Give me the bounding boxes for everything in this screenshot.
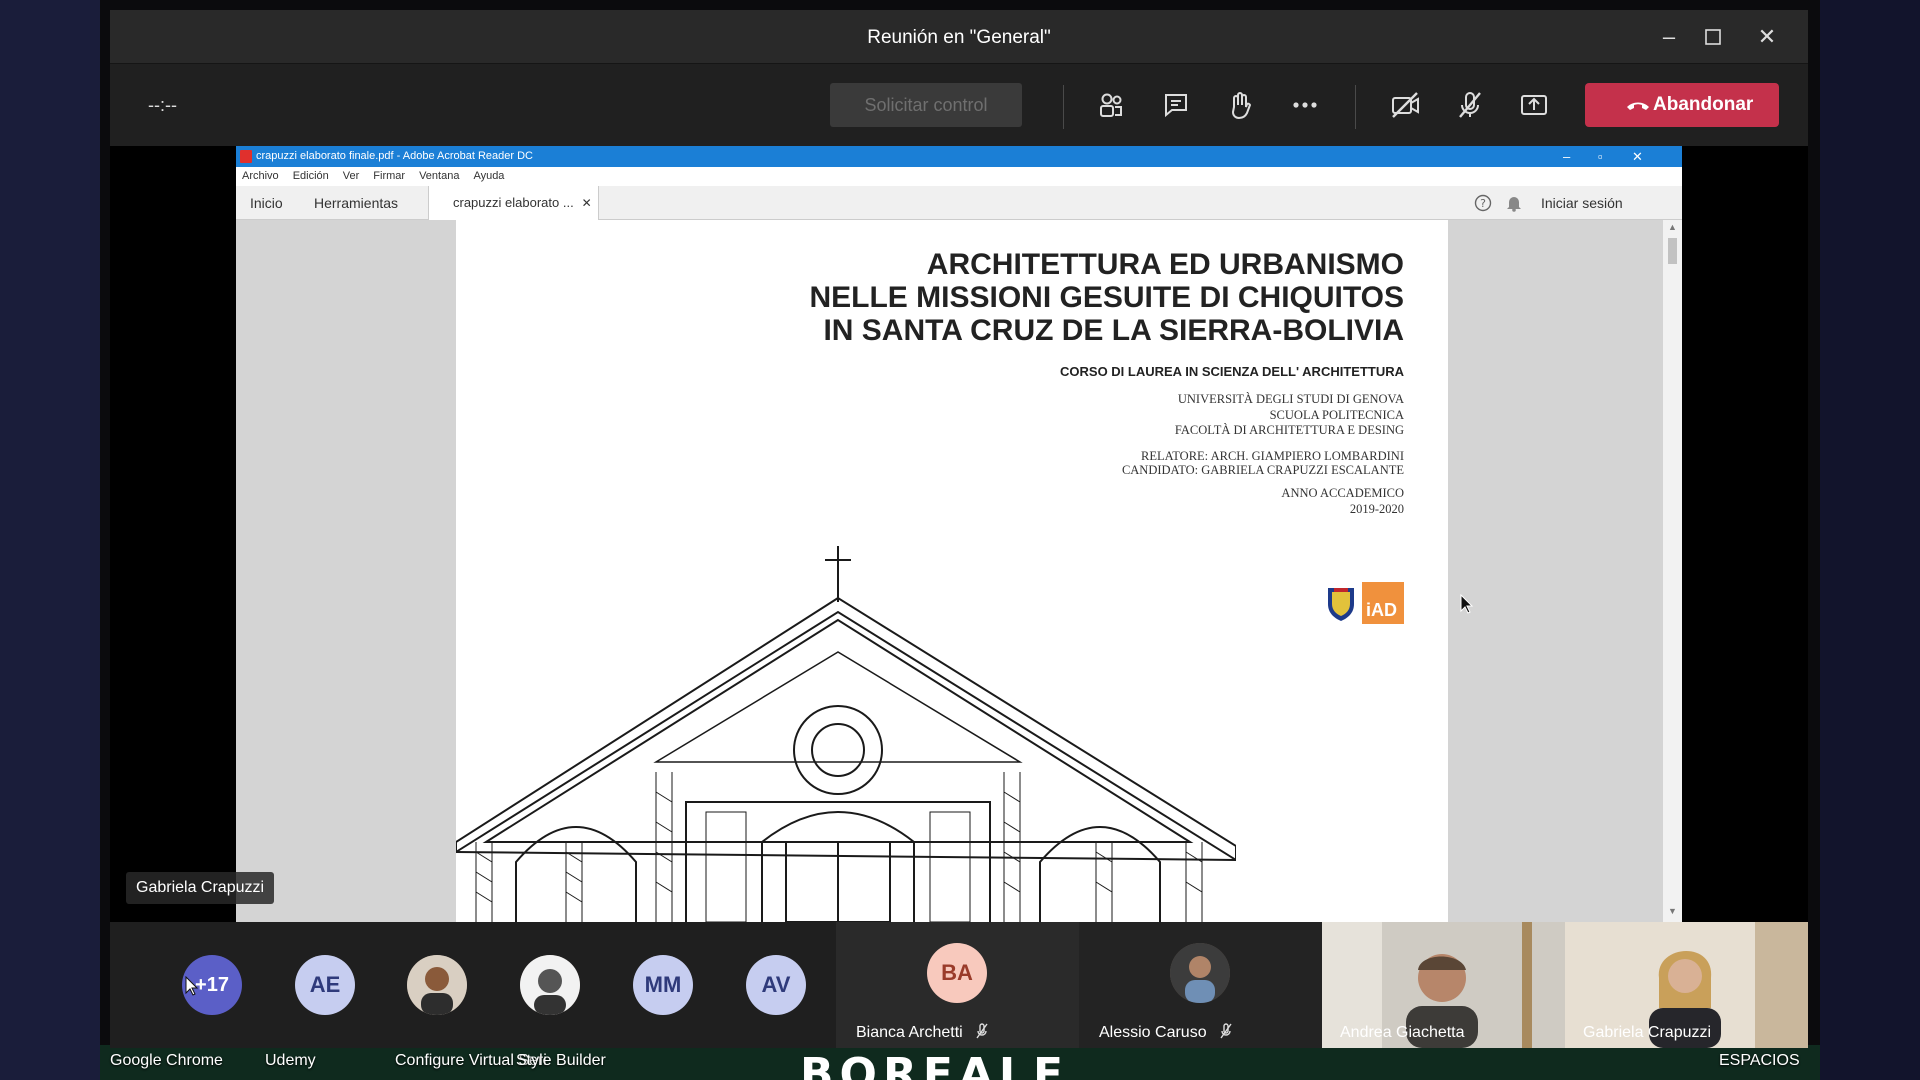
more-options-icon[interactable] [1287, 87, 1323, 123]
advisor-line: RELATORE: ARCH. GIAMPIERO LOMBARDINI [1141, 449, 1404, 463]
participant-tile-bianca[interactable]: BA Bianca Archetti [836, 922, 1079, 1048]
title-bar: Reunión en "General" – ✕ [110, 10, 1808, 64]
teams-meeting-window: Reunión en "General" – ✕ --:-- Solicitar… [110, 10, 1808, 1048]
shared-screen-area: crapuzzi elaborato finale.pdf - Adobe Ac… [110, 146, 1808, 922]
desktop-bottom-area: BOREALE [100, 1045, 1820, 1080]
menu-ventana[interactable]: Ventana [419, 170, 459, 182]
desktop-right-area [1820, 0, 1920, 1080]
document-title-line-3: IN SANTA CRUZ DE LA SIERRA-BOLIVIA [823, 314, 1404, 347]
acrobat-restore-icon[interactable]: ▫ [1598, 146, 1603, 167]
microphone-muted-icon [1220, 1023, 1232, 1039]
document-title-line-1: ARCHITETTURA ED URBANISMO [926, 248, 1404, 281]
desktop-icon-google-chrome[interactable]: Google Chrome [110, 1052, 223, 1070]
participant-name: Alessio Caruso [1099, 1023, 1233, 1042]
institution-line-3: FACOLTÀ DI ARCHITETTURA E DESING [1174, 423, 1404, 437]
desktop-left-area [0, 0, 100, 1080]
participant-tile-alessio[interactable]: Alessio Caruso [1079, 922, 1322, 1048]
acrobat-tab-bar: Inicio Herramientas crapuzzi elaborato .… [236, 186, 1682, 220]
participant-avatar-ae[interactable]: AE [295, 955, 355, 1015]
tab-document[interactable]: crapuzzi elaborato ... ✕ [428, 186, 599, 220]
institution-line-1: UNIVERSITÀ DEGLI STUDI DI GENOVA [1177, 392, 1404, 406]
participant-name: Gabriela Crapuzzi [1583, 1024, 1712, 1041]
document-course: CORSO DI LAUREA IN SCIENZA DELL' ARCHITE… [1060, 364, 1404, 379]
meeting-controls-bar: --:-- Solicitar control Abandonar [110, 65, 1808, 145]
share-screen-icon[interactable] [1516, 87, 1552, 123]
participant-photo-avatar [1170, 943, 1230, 1003]
microphone-off-icon[interactable] [1452, 87, 1488, 123]
menu-edicion[interactable]: Edición [293, 170, 329, 182]
menu-ver[interactable]: Ver [343, 170, 360, 182]
camera-off-icon[interactable] [1387, 87, 1423, 123]
raise-hand-icon[interactable] [1222, 87, 1258, 123]
acrobat-close-icon[interactable]: ✕ [1632, 146, 1643, 167]
participant-photo-avatar[interactable] [520, 955, 580, 1015]
candidate-line: CANDIDATO: GABRIELA CRAPUZZI ESCALANTE [1121, 463, 1404, 477]
hang-up-icon [1627, 102, 1649, 110]
document-viewport: ARCHITETTURA ED URBANISMO NELLE MISSIONI… [236, 220, 1682, 922]
request-control-button[interactable]: Solicitar control [830, 83, 1022, 127]
participant-video-gabriela[interactable]: Gabriela Crapuzzi [1565, 922, 1808, 1048]
participant-video-andrea[interactable]: Andrea Giachetta [1322, 922, 1565, 1048]
tab-inicio[interactable]: Inicio [250, 186, 283, 220]
pdf-file-icon [240, 150, 252, 163]
participants-strip: +17 AE MM AV BA Bianca Archetti Alessio … [110, 922, 1808, 1048]
svg-text:?: ? [1480, 197, 1486, 210]
scroll-up-icon[interactable]: ▲ [1668, 222, 1677, 232]
participant-avatar-mm[interactable]: MM [633, 955, 693, 1015]
tab-herramientas[interactable]: Herramientas [314, 186, 398, 220]
academic-year-label: ANNO ACCADEMICO [1281, 486, 1404, 500]
menu-ayuda[interactable]: Ayuda [473, 170, 504, 182]
desktop-icon-style-builder[interactable]: Style Builder [516, 1052, 606, 1070]
participant-avatar-ba: BA [927, 943, 987, 1003]
participant-name: Andrea Giachetta [1340, 1024, 1465, 1041]
leave-call-label: Abandonar [1653, 94, 1754, 115]
scroll-down-icon[interactable]: ▼ [1668, 906, 1677, 916]
menu-archivo[interactable]: Archivo [242, 170, 279, 182]
window-title: Reunión en "General" [867, 27, 1051, 48]
participant-photo-avatar[interactable] [407, 955, 467, 1015]
mouse-cursor-icon [1460, 594, 1474, 614]
close-icon[interactable]: ✕ [1752, 22, 1782, 52]
tab-document-label: crapuzzi elaborato ... [453, 195, 574, 210]
desktop-icon-udemy[interactable]: Udemy [265, 1052, 316, 1070]
notifications-icon[interactable] [1506, 186, 1522, 220]
pdf-page: ARCHITETTURA ED URBANISMO NELLE MISSIONI… [456, 220, 1448, 922]
call-timer: --:-- [148, 95, 177, 115]
document-title-line-2: NELLE MISSIONI GESUITE DI CHIQUITOS [809, 281, 1404, 314]
mouse-cursor-icon [185, 976, 199, 996]
church-facade-drawing [456, 546, 1236, 922]
iad-logo: iAD [1362, 582, 1404, 624]
maximize-icon[interactable] [1698, 22, 1728, 52]
minimize-icon[interactable]: – [1654, 22, 1684, 52]
acrobat-window-title: crapuzzi elaborato finale.pdf - Adobe Ac… [256, 150, 533, 162]
menu-firmar[interactable]: Firmar [373, 170, 405, 182]
desktop-wallpaper-banner: BOREALE [800, 1049, 1070, 1080]
acrobat-menu-bar: Archivo Edición Ver Firmar Ventana Ayuda [236, 167, 1682, 186]
leave-call-button[interactable]: Abandonar [1585, 83, 1779, 127]
sign-in-link[interactable]: Iniciar sesión [1541, 186, 1623, 220]
acrobat-reader-window: crapuzzi elaborato finale.pdf - Adobe Ac… [236, 146, 1682, 922]
participant-avatar-av[interactable]: AV [746, 955, 806, 1015]
microphone-muted-icon [976, 1023, 988, 1039]
chat-icon[interactable] [1158, 87, 1194, 123]
participants-icon[interactable] [1093, 87, 1129, 123]
divider [1355, 85, 1356, 129]
help-icon[interactable]: ? [1474, 186, 1492, 220]
participant-name: Bianca Archetti [856, 1023, 989, 1042]
university-crest-logo [1328, 588, 1354, 621]
acrobat-title-bar: crapuzzi elaborato finale.pdf - Adobe Ac… [236, 146, 1682, 167]
academic-year-value: 2019-2020 [1349, 502, 1404, 516]
acrobat-minimize-icon[interactable]: – [1563, 146, 1570, 167]
active-speaker-label: Gabriela Crapuzzi [126, 872, 275, 904]
institution-line-2: SCUOLA POLITECNICA [1269, 408, 1404, 422]
scrollbar-thumb[interactable] [1668, 238, 1677, 264]
vertical-scrollbar[interactable]: ▲ ▼ [1663, 220, 1682, 922]
divider [1063, 85, 1064, 129]
tab-close-icon[interactable]: ✕ [582, 186, 592, 220]
desktop-icon-espacios[interactable]: ESPACIOS [1719, 1052, 1800, 1070]
